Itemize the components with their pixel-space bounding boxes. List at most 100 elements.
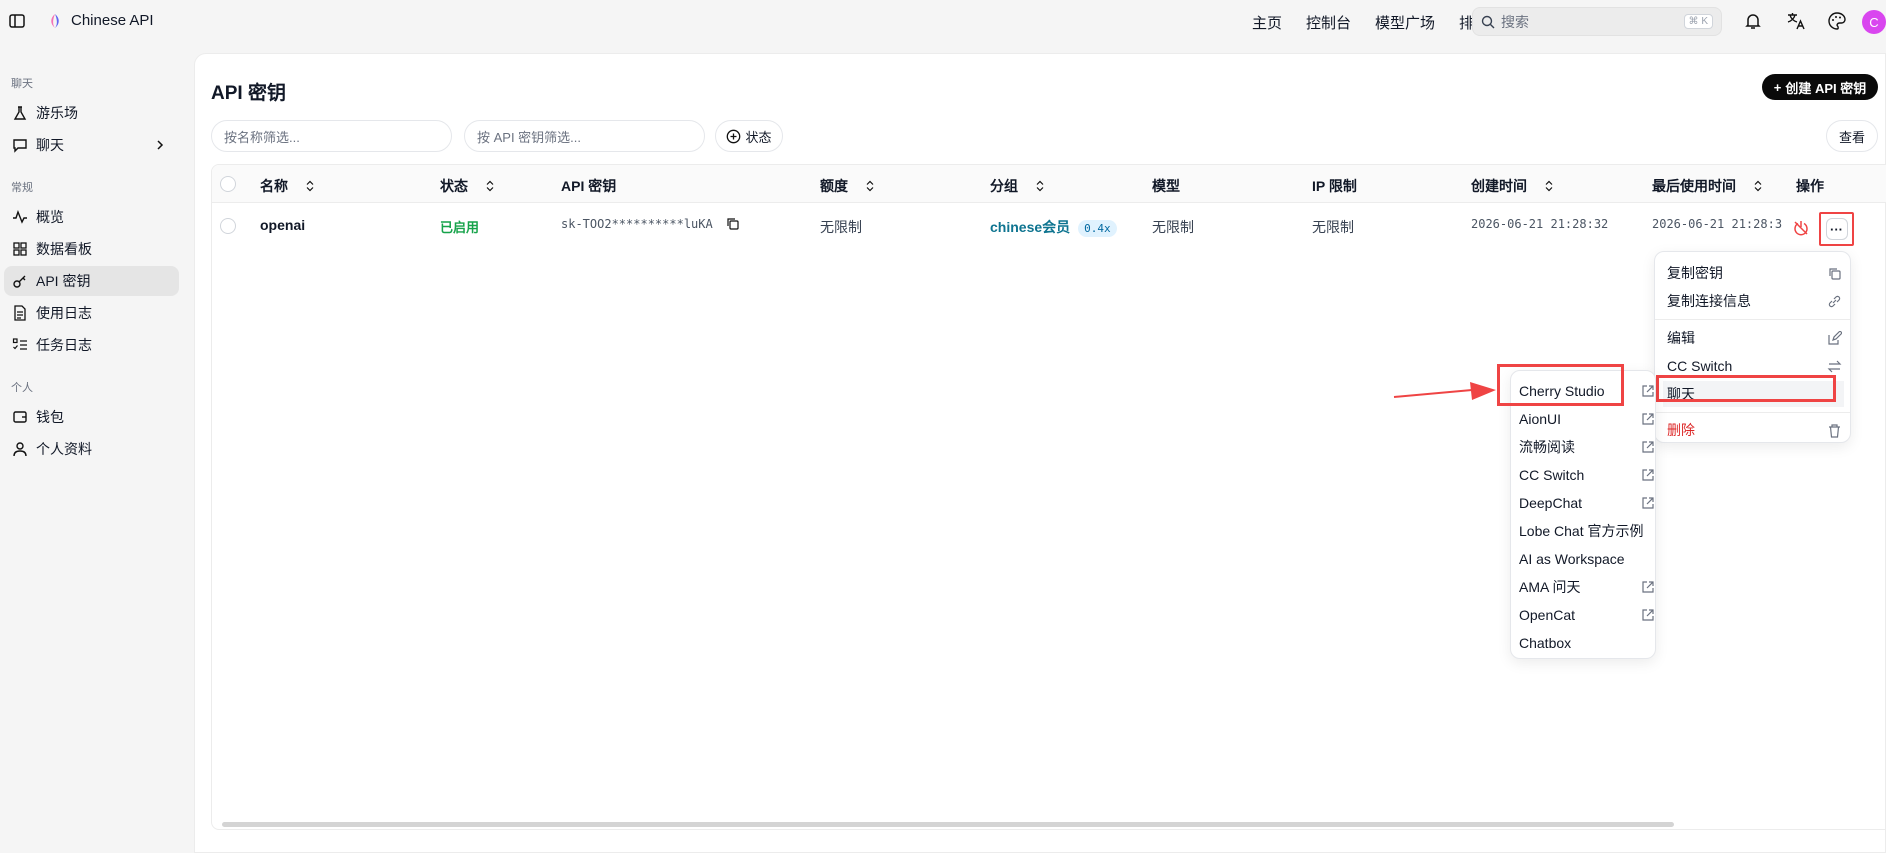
column-quota-label: 额度: [820, 178, 848, 194]
submenu-ama[interactable]: AMA 问天: [1519, 575, 1654, 599]
top-bar: Chinese API 主页 控制台 模型广场 排行榜 搜索 ⌘ K C: [0, 0, 1886, 43]
menu-copy-connection[interactable]: 复制连接信息: [1663, 288, 1844, 314]
submenu-item-label: CC Switch: [1519, 467, 1585, 483]
logo-icon: [51, 14, 59, 28]
sidebar-item-label: 任务日志: [36, 337, 92, 353]
row-checkbox[interactable]: [220, 218, 236, 234]
bell-icon[interactable]: [1743, 11, 1763, 31]
wallet-icon: [13, 411, 27, 423]
menu-copy-connection-label: 复制连接信息: [1667, 293, 1751, 309]
menu-edit-label: 编辑: [1667, 330, 1695, 346]
app-title[interactable]: Chinese API: [71, 12, 154, 29]
list-checks-icon: [12, 338, 27, 350]
table-header: 名称 状态 API 密钥 额度 分组 模型 IP 限制 创建时间 最后使用时间 …: [212, 165, 1886, 203]
chat-menu-highlight: [1656, 375, 1836, 402]
column-last-used[interactable]: 最后使用时间: [1652, 176, 1764, 196]
view-button[interactable]: 查看: [1826, 120, 1878, 152]
top-nav: 主页 控制台 模型广场 排行榜: [1252, 12, 1504, 33]
sort-icon: [866, 180, 874, 192]
column-model: 模型: [1152, 178, 1180, 194]
row-name: openai: [260, 217, 306, 233]
copy-icon[interactable]: [726, 217, 739, 230]
disable-key-icon[interactable]: [1793, 220, 1809, 236]
nav-model-square[interactable]: 模型广场: [1375, 12, 1435, 33]
submenu-opencat[interactable]: OpenCat: [1519, 603, 1654, 627]
sidebar-item-chat[interactable]: 聊天: [4, 130, 179, 160]
sidebar-item-playground[interactable]: 游乐场: [4, 98, 179, 128]
sort-icon: [1545, 180, 1553, 192]
nav-home[interactable]: 主页: [1252, 12, 1282, 33]
column-status[interactable]: 状态: [440, 176, 496, 196]
search-input[interactable]: 搜索 ⌘ K: [1472, 7, 1722, 36]
cherry-studio-highlight: [1497, 364, 1624, 406]
external-link-icon: [1642, 581, 1654, 593]
sidebar-item-api-keys[interactable]: API 密钥: [4, 266, 179, 296]
sidebar-item-overview[interactable]: 概览: [4, 202, 179, 232]
submenu-item-label: AMA 问天: [1519, 579, 1581, 595]
sidebar-item-label: 钱包: [36, 409, 64, 425]
name-filter-input[interactable]: 按名称筛选...: [211, 120, 452, 152]
menu-cc-switch-label: CC Switch: [1667, 358, 1733, 374]
column-created-label: 创建时间: [1471, 178, 1527, 194]
create-api-key-button[interactable]: + 创建 API 密钥: [1762, 74, 1878, 100]
menu-copy-key[interactable]: 复制密钥: [1663, 260, 1844, 286]
column-created[interactable]: 创建时间: [1471, 176, 1555, 196]
sidebar-item-label: 个人资料: [36, 441, 92, 457]
sidebar-toggle-icon[interactable]: [8, 12, 26, 30]
sort-icon: [1036, 180, 1044, 192]
chat-icon: [13, 139, 27, 153]
sidebar-item-usage-logs[interactable]: 使用日志: [4, 298, 179, 328]
avatar[interactable]: C: [1862, 10, 1886, 34]
submenu-cc-switch[interactable]: CC Switch: [1519, 463, 1654, 487]
submenu-chatbox[interactable]: Chatbox: [1519, 631, 1653, 655]
horizontal-scrollbar[interactable]: [222, 822, 1674, 827]
submenu-lobe-chat[interactable]: Lobe Chat 官方示例: [1519, 519, 1653, 543]
sort-icon: [306, 180, 314, 192]
more-actions-button[interactable]: ···: [1819, 212, 1854, 246]
row-created: 2026-06-21 21:28:32: [1471, 217, 1609, 231]
column-status-label: 状态: [440, 178, 468, 194]
menu-edit[interactable]: 编辑: [1663, 325, 1844, 351]
sidebar-item-label: API 密钥: [36, 273, 91, 289]
column-name[interactable]: 名称: [260, 176, 316, 196]
sidebar-item-wallet[interactable]: 钱包: [4, 402, 179, 432]
submenu-fluent-read[interactable]: 流畅阅读: [1519, 435, 1654, 459]
status-filter-button[interactable]: 状态: [715, 120, 783, 152]
group-ratio-badge: 0.4x: [1078, 220, 1117, 237]
submenu-deepchat[interactable]: DeepChat: [1519, 491, 1654, 515]
submenu-ai-as-workspace[interactable]: AI as Workspace: [1519, 547, 1653, 571]
palette-icon[interactable]: [1827, 11, 1847, 31]
sidebar: 聊天 游乐场 聊天 常规 概览 数据看板 API 密钥 使用日志 任务日志 个人…: [0, 43, 190, 853]
sidebar-item-profile[interactable]: 个人资料: [4, 434, 179, 464]
chat-submenu: Cherry Studio AionUI 流畅阅读 CC Switch Deep…: [1510, 370, 1656, 659]
sort-icon: [1754, 180, 1762, 192]
column-group-label: 分组: [990, 178, 1018, 194]
api-key-value: sk-TOO2**********luKA: [561, 217, 713, 231]
activity-icon: [13, 209, 27, 224]
sidebar-item-dashboard[interactable]: 数据看板: [4, 234, 179, 264]
column-quota[interactable]: 额度: [820, 176, 876, 196]
key-icon: [13, 275, 26, 288]
swap-icon: [1827, 360, 1842, 373]
column-group[interactable]: 分组: [990, 176, 1046, 196]
translate-icon[interactable]: [1786, 11, 1806, 31]
sidebar-item-label: 游乐场: [36, 105, 78, 121]
row-models: 无限制: [1152, 219, 1194, 235]
api-key-filter-input[interactable]: 按 API 密钥筛选...: [464, 120, 705, 152]
menu-delete[interactable]: 删除: [1663, 417, 1844, 443]
sidebar-section-personal: 个人: [11, 382, 33, 394]
sort-icon: [486, 180, 494, 192]
plus-circle-icon: [727, 129, 741, 143]
sidebar-section-general: 常规: [11, 182, 33, 194]
plus-icon: +: [1773, 79, 1782, 95]
select-all-checkbox[interactable]: [220, 176, 236, 192]
submenu-item-label: 流畅阅读: [1519, 439, 1575, 455]
row-ip-limit: 无限制: [1312, 219, 1354, 235]
sidebar-item-task-logs[interactable]: 任务日志: [4, 330, 179, 360]
submenu-aionui[interactable]: AionUI: [1519, 407, 1654, 431]
row-api-key: sk-TOO2**********luKA: [561, 217, 739, 231]
nav-console[interactable]: 控制台: [1306, 12, 1351, 33]
search-placeholder: 搜索: [1501, 13, 1529, 30]
submenu-item-label: Chatbox: [1519, 635, 1572, 651]
copy-icon: [1829, 268, 1841, 280]
